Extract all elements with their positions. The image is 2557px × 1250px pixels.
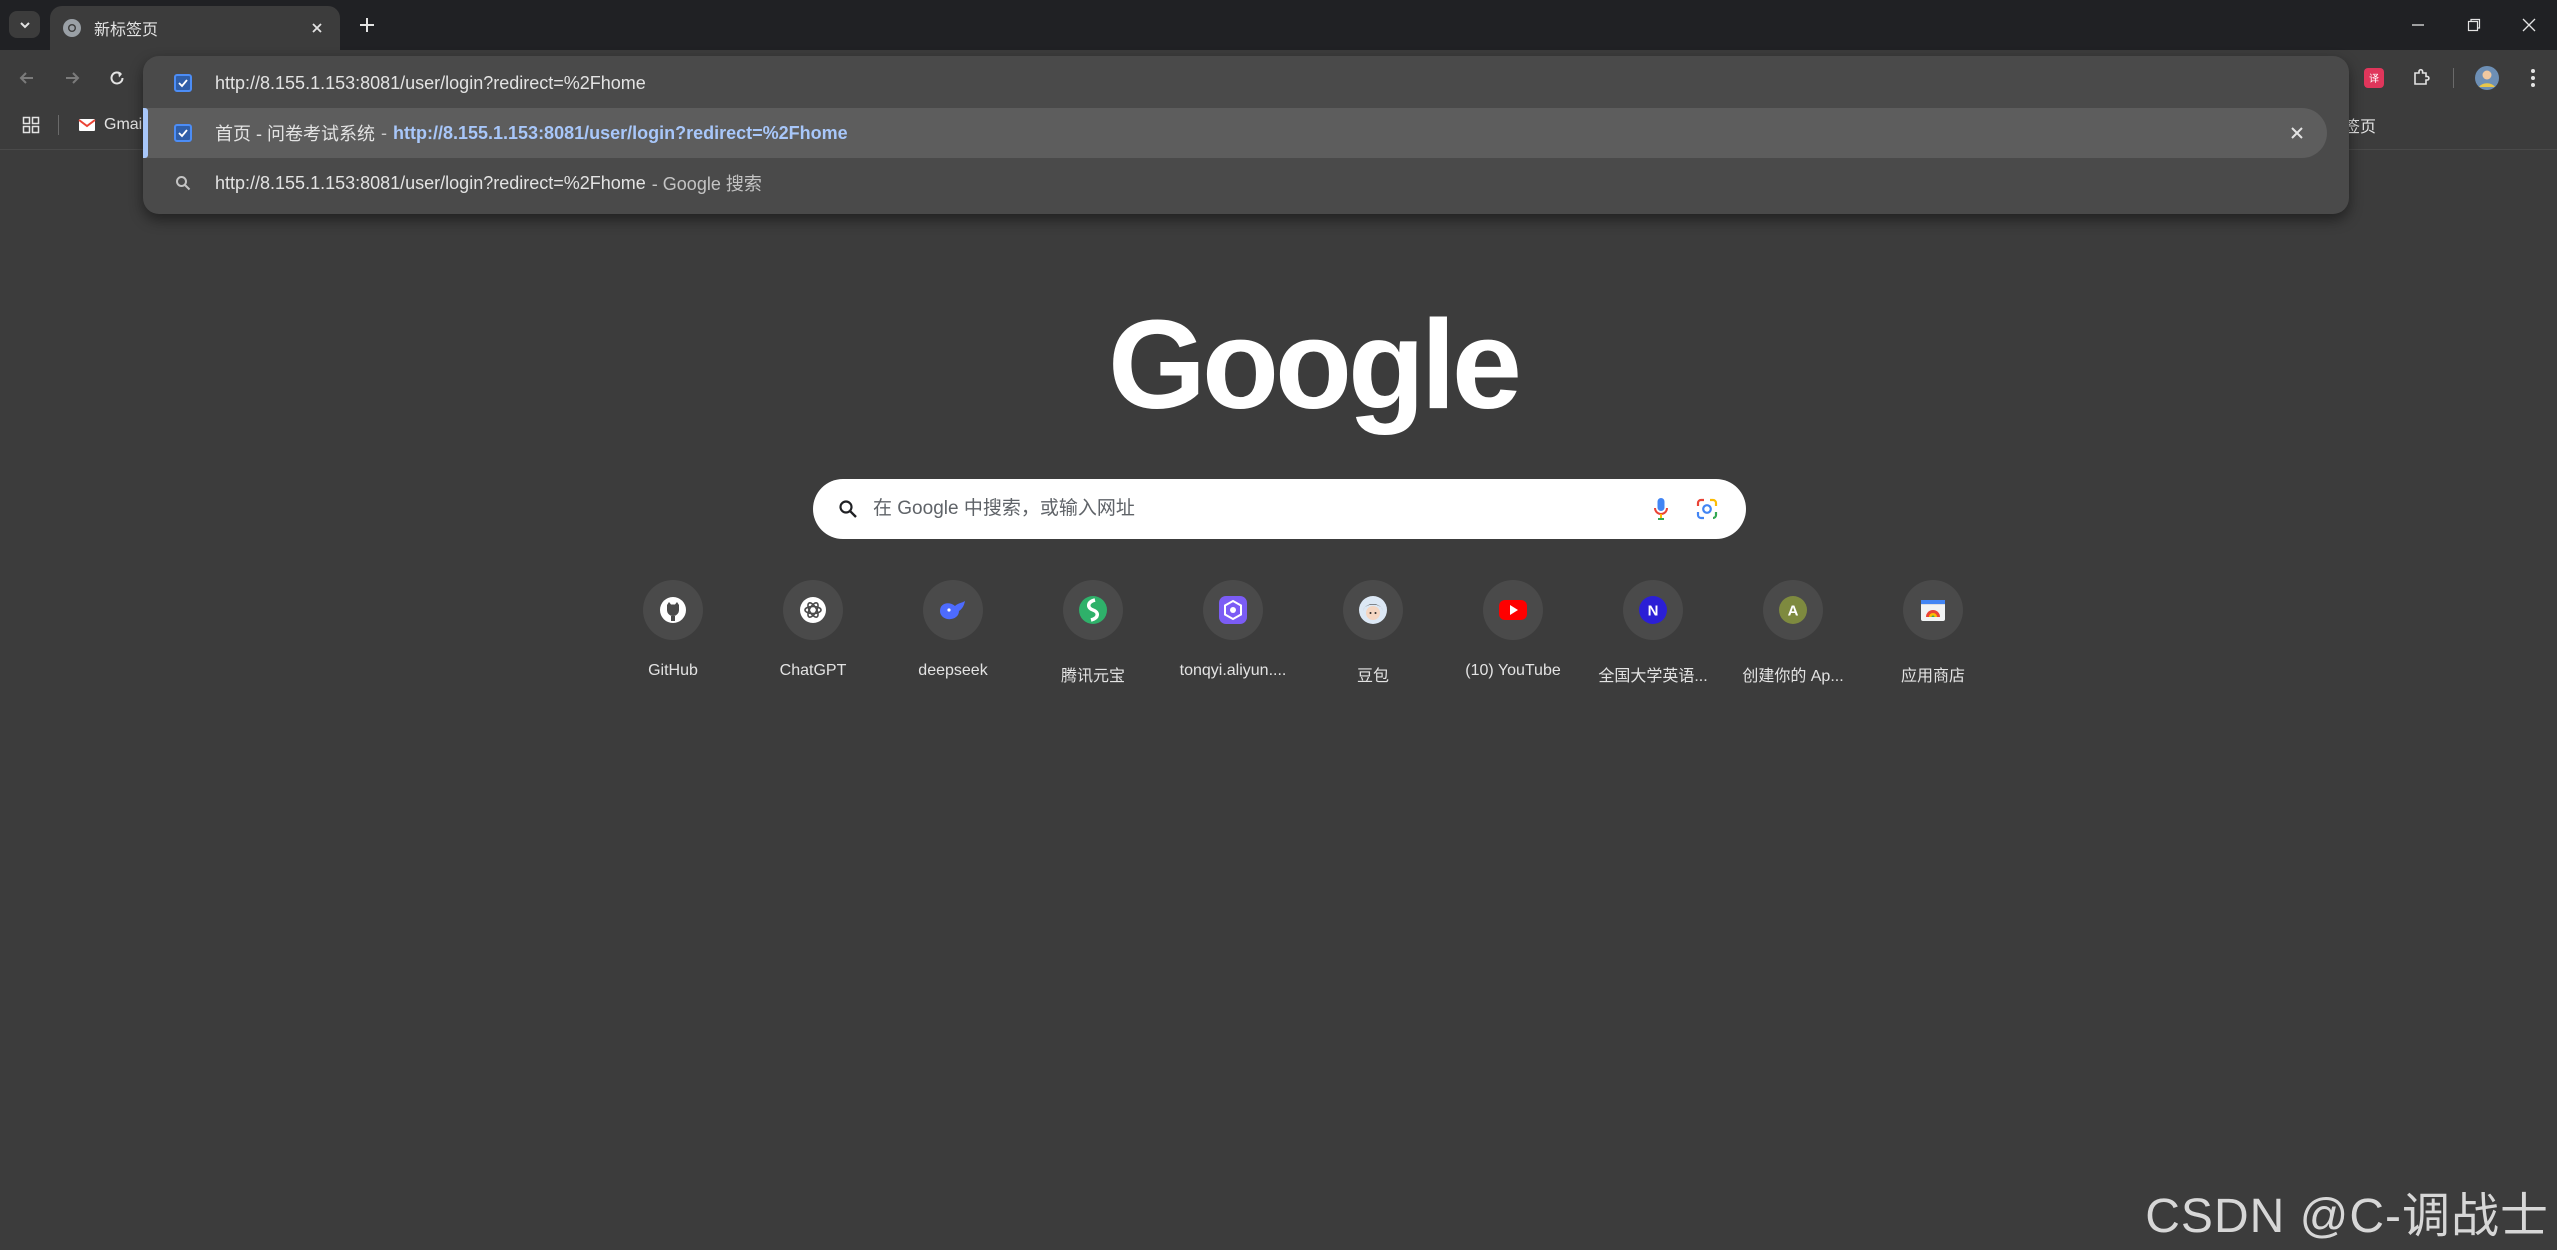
search-suggestion-suffix: - Google 搜索: [651, 174, 762, 194]
tab-strip: [0, 0, 2557, 50]
checkbox-icon: [174, 124, 192, 142]
avatar-icon: [2475, 66, 2499, 90]
bookmarks-divider: [58, 115, 59, 135]
reload-icon: [110, 71, 124, 85]
translate-icon: 译: [2364, 68, 2384, 88]
restore-button[interactable]: [2446, 0, 2502, 50]
ntp-search-input[interactable]: [873, 498, 1644, 520]
deepseek-icon: [940, 601, 965, 620]
github-icon: [660, 597, 686, 623]
omnibox-input-row[interactable]: http://8.155.1.153:8081/user/login?redir…: [143, 59, 2349, 107]
omnibox-input-text[interactable]: http://8.155.1.153:8081/user/login?redir…: [215, 73, 646, 94]
restore-icon: [2467, 18, 2481, 32]
forward-button[interactable]: [57, 63, 87, 93]
shortcut-label: 创建你的 Ap...: [1742, 668, 1844, 685]
suggestion-separator: -: [381, 122, 387, 143]
shortcut-label: deepseek: [918, 662, 988, 679]
shortcut-cet[interactable]: N 全国大学英语...: [1589, 580, 1717, 690]
translate-extension-button[interactable]: 译: [2359, 63, 2389, 93]
back-button[interactable]: [12, 63, 42, 93]
svg-text:译: 译: [2369, 73, 2379, 85]
chatgpt-icon: [800, 597, 826, 623]
shortcut-label: 腾讯元宝: [1060, 668, 1125, 685]
selection-accent: [143, 108, 148, 158]
letter-a-icon: A: [1779, 596, 1807, 624]
remove-suggestion-button[interactable]: [2285, 121, 2309, 145]
shortcut-label: 豆包: [1356, 668, 1389, 685]
arrow-left-icon: [19, 72, 33, 84]
close-icon: [2522, 18, 2536, 32]
shortcut-letter: A: [1788, 603, 1799, 620]
shortcut-yuanbao[interactable]: 腾讯元宝: [1029, 580, 1157, 690]
letter-n-icon: N: [1639, 596, 1667, 624]
shortcut-letter: N: [1648, 603, 1659, 620]
voice-search-button[interactable]: [1644, 492, 1678, 526]
shortcut-github[interactable]: GitHub: [609, 580, 737, 690]
shortcut-label: (10) YouTube: [1465, 662, 1561, 679]
menu-button[interactable]: [2518, 63, 2548, 93]
google-lens-icon: [1696, 498, 1718, 520]
tab-search-button[interactable]: [9, 11, 40, 38]
browser-window: 新标签页 译 Gmai 签页 http://8.155.1.153:8081/u…: [0, 0, 2557, 1250]
close-window-button[interactable]: [2501, 0, 2557, 50]
microphone-icon: [1654, 498, 1668, 520]
ntp-search-box[interactable]: [813, 479, 1746, 539]
shortcut-label: ChatGPT: [779, 662, 847, 679]
shortcut-create-app[interactable]: A 创建你的 Ap...: [1729, 580, 1857, 690]
minimize-button[interactable]: [2390, 0, 2446, 50]
toolbar-divider: [2453, 68, 2454, 88]
apps-button[interactable]: [18, 112, 44, 138]
checkbox-icon: [174, 74, 192, 92]
shortcut-chatgpt[interactable]: ChatGPT: [749, 580, 877, 690]
omnibox-dropdown: http://8.155.1.153:8081/user/login?redir…: [143, 56, 2349, 214]
minimize-icon: [2412, 24, 2424, 26]
shortcut-youtube[interactable]: (10) YouTube: [1449, 580, 1577, 690]
search-suggestion-query: http://8.155.1.153:8081/user/login?redir…: [215, 172, 646, 193]
csdn-watermark: CSDN @C-调战士: [2145, 1190, 2549, 1243]
yuanbao-icon: [1079, 596, 1107, 624]
shortcut-label: GitHub: [648, 662, 698, 679]
arrow-right-icon: [66, 72, 80, 84]
shortcut-label: 应用商店: [1900, 668, 1965, 685]
image-search-button[interactable]: [1690, 492, 1724, 526]
profile-avatar[interactable]: [2472, 63, 2502, 93]
shortcut-label: tonqyi.aliyun....: [1179, 662, 1287, 679]
suggestion-page-title: 首页 - 问卷考试系统: [215, 124, 375, 144]
webstore-icon: [1921, 600, 1945, 621]
gmail-icon: [78, 119, 96, 131]
reload-button[interactable]: [102, 63, 132, 93]
shortcut-doubao[interactable]: 豆包: [1309, 580, 1437, 690]
google-logo: Google: [1108, 294, 1522, 435]
extensions-button[interactable]: [2406, 63, 2436, 93]
shortcut-deepseek[interactable]: deepseek: [889, 580, 1017, 690]
tab-title: 新标签页: [94, 22, 159, 39]
suggestion-url: http://8.155.1.153:8081/user/login?redir…: [393, 122, 848, 143]
youtube-icon: [1499, 600, 1527, 620]
search-icon: [176, 176, 191, 191]
puzzle-icon: [2414, 68, 2430, 85]
plus-icon: [360, 18, 374, 32]
shortcuts-grid: GitHub ChatGPT deepseek 腾讯元宝 tonqyi.aliy…: [609, 580, 2009, 690]
search-icon: [839, 500, 857, 518]
chrome-icon: [63, 19, 81, 37]
apps-grid-icon: [22, 116, 40, 134]
omnibox-search-suggestion[interactable]: http://8.155.1.153:8081/user/login?redir…: [143, 159, 2349, 207]
shortcut-label: 全国大学英语...: [1598, 668, 1708, 685]
bookmark-gmail[interactable]: Gmai: [78, 112, 142, 138]
new-tab-button[interactable]: [352, 10, 382, 40]
tongyi-icon: [1219, 596, 1247, 624]
close-icon: [312, 23, 322, 33]
shortcut-tongyi[interactable]: tonqyi.aliyun....: [1169, 580, 1297, 690]
more-vert-icon: [2531, 69, 2535, 87]
close-icon: [2291, 127, 2303, 139]
shortcut-webstore[interactable]: 应用商店: [1869, 580, 1997, 690]
bookmark-gmail-label: Gmai: [104, 116, 143, 133]
chevron-down-icon: [19, 21, 30, 28]
tab-close-button[interactable]: [306, 17, 328, 39]
tab-new-tab[interactable]: 新标签页: [50, 6, 340, 50]
doubao-icon: [1359, 596, 1387, 624]
omnibox-suggestion-selected[interactable]: 首页 - 问卷考试系统 - http://8.155.1.153:8081/us…: [143, 108, 2327, 158]
